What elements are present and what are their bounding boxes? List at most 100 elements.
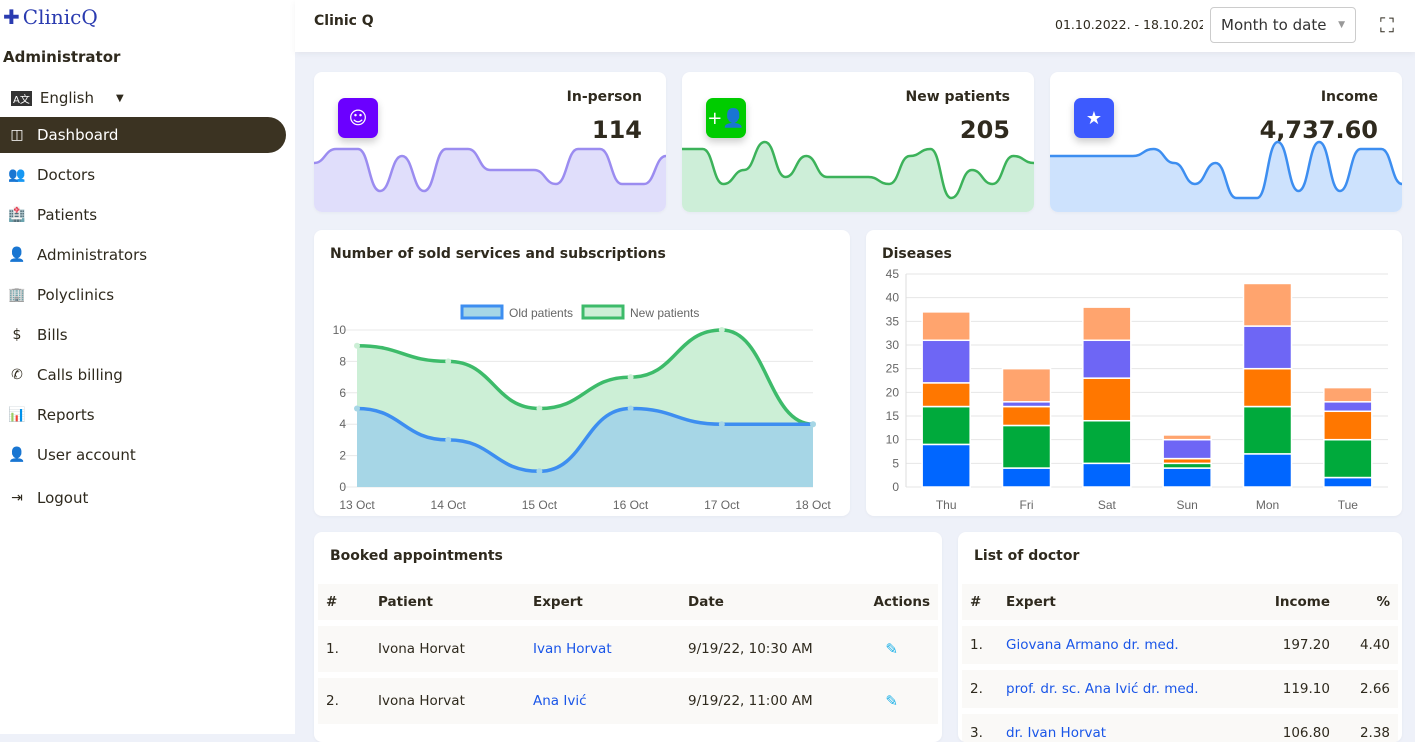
language-selector[interactable]: A文 English ▼ bbox=[11, 89, 124, 107]
bar-segment bbox=[1323, 401, 1373, 413]
data-point bbox=[354, 405, 360, 412]
bar-segment bbox=[1323, 476, 1373, 488]
edit-icon[interactable]: ✎ bbox=[885, 640, 898, 658]
sidebar-item-label: Administrators bbox=[37, 246, 148, 264]
y-tick-label: 10 bbox=[333, 323, 347, 337]
services-chart-card: Number of sold services and subscription… bbox=[314, 230, 850, 516]
sidebar-item-calls-billing[interactable]: ✆ Calls billing bbox=[0, 357, 286, 393]
date-range[interactable]: 01.10.2022. - 18.10.2022. bbox=[1055, 17, 1203, 32]
sidebar-item-patients[interactable]: 🏥 Patients bbox=[0, 197, 286, 233]
user-icon: 👤 bbox=[8, 447, 26, 463]
x-tick-label: Sat bbox=[1098, 498, 1117, 512]
bar-segment bbox=[1242, 282, 1293, 327]
bar-segment bbox=[921, 311, 971, 342]
data-point bbox=[445, 436, 452, 443]
diseases-chart: 0 5 10 15 20 25 30 35 40 45 Thu Fri Sat Sun Mon Tue bbox=[886, 267, 1388, 512]
hand-dollar-icon: $ bbox=[12, 327, 22, 343]
sidebar-item-label: Patients bbox=[37, 206, 98, 224]
expert-link[interactable]: Ivan Horvat bbox=[525, 626, 680, 672]
logo[interactable]: ✚ ClinicQ bbox=[3, 5, 98, 29]
appointments-card: Booked appointments # Patient Expert Dat… bbox=[314, 532, 942, 742]
bar-segment bbox=[1082, 462, 1132, 488]
expert-link[interactable]: prof. dr. sc. Ana Ivić dr. med. bbox=[998, 670, 1252, 708]
sidebar-item-doctors[interactable]: 👥 Doctors bbox=[0, 157, 286, 193]
translate-icon: A文 bbox=[11, 90, 32, 106]
sidebar-item-label: Doctors bbox=[37, 166, 96, 184]
bar-chart-icon: 📊 bbox=[8, 407, 26, 423]
table-row: 1. Ivona Horvat Ivan Horvat 9/19/22, 10:30 … bbox=[318, 626, 938, 672]
sidebar-item-label: User account bbox=[37, 446, 136, 464]
data-point bbox=[718, 421, 725, 428]
data-point bbox=[627, 374, 634, 381]
card-title: List of doctor bbox=[974, 548, 1080, 564]
doctor-percent: 4.40 bbox=[1338, 626, 1398, 664]
appointment-date: 9/19/22, 11:00 AM bbox=[680, 678, 851, 724]
x-tick-label: Fri bbox=[1020, 498, 1034, 512]
sidebar-item-administrators[interactable]: 👤 Administrators bbox=[0, 237, 286, 273]
bar-segment bbox=[1082, 419, 1132, 465]
expert-link[interactable]: Ana Ivić bbox=[525, 678, 680, 724]
legend-label: New patients bbox=[630, 306, 699, 320]
y-tick-label: 30 bbox=[886, 338, 900, 352]
col-header: Expert bbox=[998, 584, 1252, 620]
sidebar-item-user-account[interactable]: 👤 User account bbox=[0, 437, 286, 473]
patient-name: Ivona Horvat bbox=[370, 678, 525, 724]
sidebar-item-reports[interactable]: 📊 Reports bbox=[0, 397, 286, 433]
sidebar-nav: ◫ Dashboard 👥 Doctors 🏥 Patients 👤 Administrato… bbox=[0, 117, 286, 520]
doctor-percent: 2.38 bbox=[1338, 714, 1398, 742]
bar-segment bbox=[1001, 405, 1052, 427]
chart-title: Diseases bbox=[882, 246, 952, 262]
col-header: Date bbox=[680, 584, 851, 620]
building-icon: 🏢 bbox=[8, 287, 26, 303]
y-tick-label: 0 bbox=[339, 480, 346, 494]
col-header: % bbox=[1338, 584, 1398, 620]
col-header: Expert bbox=[525, 584, 680, 620]
bar-segment bbox=[921, 382, 971, 408]
y-tick-label: 35 bbox=[886, 314, 900, 328]
sidebar-item-polyclinics[interactable]: 🏢 Polyclinics bbox=[0, 277, 286, 313]
x-tick-label: 17 Oct bbox=[704, 498, 740, 512]
bar-segment bbox=[1082, 339, 1132, 379]
sign-out-icon: ⇥ bbox=[11, 490, 23, 506]
sidebar: ✚ ClinicQ Administrator A文 English ▼ ◫ Dashb… bbox=[0, 0, 295, 734]
sidebar-item-label: Logout bbox=[37, 489, 89, 507]
caret-down-icon: ▼ bbox=[1338, 20, 1345, 30]
bar-segment bbox=[1001, 467, 1052, 488]
bar-segment bbox=[1162, 467, 1212, 488]
y-tick-label: 40 bbox=[886, 291, 900, 305]
doctor-income: 119.10 bbox=[1251, 670, 1338, 708]
period-select[interactable]: Month to date ▼ bbox=[1210, 7, 1356, 43]
sidebar-item-logout[interactable]: ⇥ Logout bbox=[0, 480, 286, 516]
diseases-chart-card: Diseases 0 5 10 15 20 25 30 35 40 45 Thu Fri Sat Sun M… bbox=[866, 230, 1402, 516]
sparkline bbox=[1050, 140, 1402, 212]
y-tick-label: 15 bbox=[886, 409, 900, 423]
sidebar-item-label: Dashboard bbox=[37, 126, 119, 144]
bar-segment bbox=[1242, 405, 1293, 455]
y-tick-label: 45 bbox=[886, 267, 900, 281]
stat-label: Income bbox=[1320, 89, 1378, 105]
bar-segment bbox=[1242, 325, 1293, 370]
bar-segment bbox=[1242, 367, 1293, 408]
caret-down-icon: ▼ bbox=[116, 92, 124, 104]
data-point bbox=[627, 405, 634, 412]
col-header: Patient bbox=[370, 584, 525, 620]
fullscreen-icon[interactable]: ⛶ bbox=[1380, 13, 1394, 37]
legend-label: Old patients bbox=[509, 306, 573, 320]
bar-segment bbox=[1001, 367, 1052, 403]
data-point bbox=[718, 327, 725, 333]
bar-segment bbox=[1001, 424, 1052, 469]
x-tick-label: Tue bbox=[1338, 498, 1359, 512]
expert-link[interactable]: dr. Ivan Horvat bbox=[998, 714, 1252, 742]
expert-link[interactable]: Giovana Armano dr. med. bbox=[998, 626, 1252, 664]
users-icon: 👥 bbox=[8, 167, 26, 183]
y-tick-label: 25 bbox=[886, 362, 900, 376]
sidebar-item-bills[interactable]: $ Bills bbox=[0, 317, 286, 353]
bar-segment bbox=[1082, 306, 1132, 342]
sparkline bbox=[314, 147, 666, 212]
edit-icon[interactable]: ✎ bbox=[885, 692, 898, 710]
sidebar-item-dashboard[interactable]: ◫ Dashboard bbox=[0, 117, 286, 153]
data-point bbox=[536, 468, 543, 475]
user-role: Administrator bbox=[3, 48, 121, 66]
data-point bbox=[354, 342, 360, 349]
bar-segment bbox=[921, 443, 971, 488]
